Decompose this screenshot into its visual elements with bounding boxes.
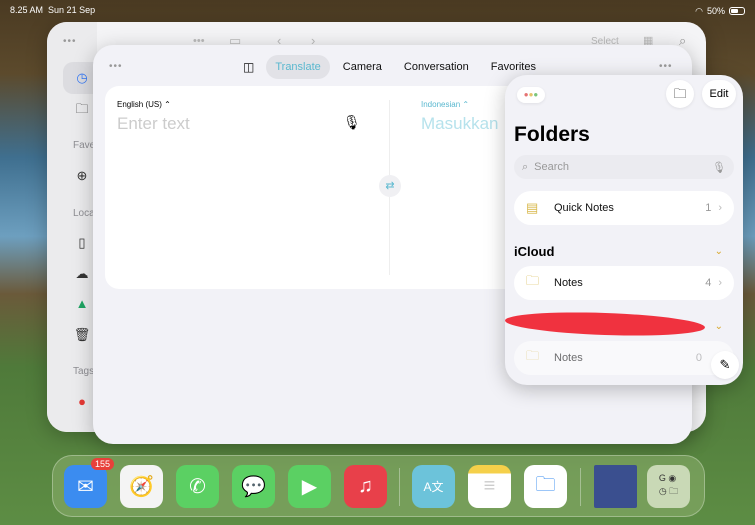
- folder-icon: 🗀: [526, 348, 540, 363]
- tab-conversation[interactable]: Conversation: [395, 55, 478, 79]
- dock-recent-app[interactable]: [594, 465, 637, 508]
- window-menu-dots[interactable]: ●●●: [517, 87, 545, 103]
- dock-app-phone[interactable]: ✆: [176, 465, 219, 508]
- edit-button[interactable]: Edit: [702, 80, 736, 108]
- folder-count: 4: [705, 277, 712, 289]
- quick-notes-icon: ▤: [526, 200, 539, 215]
- shared-folder-icon[interactable]: 🗀: [73, 100, 91, 118]
- tab-translate[interactable]: Translate: [266, 55, 330, 79]
- folder-label: Notes: [554, 352, 583, 364]
- new-folder-button[interactable]: 🗀: [666, 80, 694, 108]
- folder-label: Notes: [554, 277, 583, 289]
- icloud-icon[interactable]: ☁: [73, 265, 91, 283]
- source-language-selector[interactable]: English (US) ⌃: [117, 100, 171, 109]
- sidebar-toggle-icon[interactable]: ◫: [243, 60, 254, 74]
- search-placeholder: Search: [534, 161, 570, 173]
- dock-app-music[interactable]: ♫: [344, 465, 387, 508]
- icloud-section-header[interactable]: iCloud: [514, 244, 554, 259]
- recents-icon[interactable]: ◷: [73, 69, 91, 87]
- dock: ✉ 155 🧭 ✆ 💬 ▶ ♫ A文 ≡ 🗀 G ◉ ◷ 🗀: [52, 455, 705, 517]
- chevron-right-icon: ›: [718, 277, 722, 289]
- dock-app-library-folder[interactable]: G ◉ ◷ 🗀: [647, 465, 690, 508]
- window-menu-dots[interactable]: •••: [63, 36, 77, 47]
- compose-button[interactable]: ✎: [711, 351, 739, 379]
- folder-label: Quick Notes: [554, 202, 614, 214]
- google-drive-icon[interactable]: ▲: [73, 295, 91, 313]
- dock-app-mail[interactable]: ✉ 155: [64, 458, 114, 508]
- dock-app-translate[interactable]: A文: [412, 465, 455, 508]
- dock-app-files[interactable]: 🗀: [524, 465, 567, 508]
- redaction-scribble: [504, 309, 706, 339]
- trash-icon[interactable]: 🗑: [73, 326, 91, 344]
- swap-languages-button[interactable]: ⇄: [379, 175, 401, 197]
- battery-percent: 50%: [706, 6, 725, 16]
- ipad-icon[interactable]: ▯: [73, 234, 91, 252]
- tags-label: Tags: [73, 366, 95, 377]
- folder-count: 1: [705, 202, 712, 214]
- dock-app-safari[interactable]: 🧭: [120, 465, 163, 508]
- dock-separator: [580, 468, 581, 506]
- folder-icon: 🗀: [526, 273, 540, 288]
- search-icon: ⌕: [522, 160, 529, 173]
- chevron-down-icon[interactable]: ⌄: [715, 246, 723, 257]
- tag-red-icon[interactable]: ●: [73, 393, 91, 411]
- more-icon[interactable]: •••: [659, 61, 673, 72]
- dock-app-notes[interactable]: ≡: [468, 465, 511, 508]
- dock-app-facetime[interactable]: ▶: [288, 465, 331, 508]
- notes-window: ●●● 🗀 Edit Folders ⌕ Search 🎙 ▤ Quick Notes…: [504, 75, 743, 385]
- target-text-placeholder: Masukkan: [421, 114, 499, 133]
- chevron-right-icon: ›: [718, 202, 722, 214]
- folder-quick-notes[interactable]: ▤ Quick Notes 1 ›: [514, 191, 734, 225]
- microphone-icon[interactable]: 🎙: [712, 161, 726, 174]
- mail-badge: 155: [90, 458, 114, 470]
- downloads-icon[interactable]: ⊕: [73, 167, 91, 185]
- favorites-label: Fave: [73, 140, 96, 151]
- window-menu-dots[interactable]: •••: [109, 61, 123, 72]
- locations-label: Loca: [73, 208, 95, 219]
- chevron-down-icon[interactable]: ⌄: [715, 321, 723, 332]
- time: 8.25 AM: [10, 5, 44, 15]
- translation-card: English (US) ⌃ Enter text 🎙 ⇄ Indonesian…: [105, 86, 525, 289]
- tab-camera[interactable]: Camera: [334, 55, 391, 79]
- dock-separator: [399, 468, 400, 506]
- source-text-input[interactable]: Enter text: [117, 114, 190, 134]
- dock-app-messages[interactable]: 💬: [232, 465, 275, 508]
- microphone-icon[interactable]: 🎙: [343, 114, 361, 131]
- page-title: Folders: [514, 123, 590, 146]
- battery-icon: [729, 7, 745, 15]
- folder-other-notes[interactable]: 🗀 Notes 0: [514, 341, 734, 375]
- status-bar: 8.25 AM Sun 21 Sep ◠ 50%: [10, 5, 745, 17]
- wifi-icon: ◠: [695, 5, 703, 16]
- target-language-selector[interactable]: Indonesian ⌃: [421, 100, 469, 109]
- date: Sun 21 Sep: [48, 5, 96, 15]
- tab-bar: ◫ Translate Camera Conversation Favorite…: [243, 55, 545, 79]
- folder-count: 0: [695, 352, 702, 364]
- folder-icloud-notes[interactable]: 🗀 Notes 4 ›: [514, 266, 734, 300]
- search-input[interactable]: ⌕ Search 🎙: [514, 155, 734, 179]
